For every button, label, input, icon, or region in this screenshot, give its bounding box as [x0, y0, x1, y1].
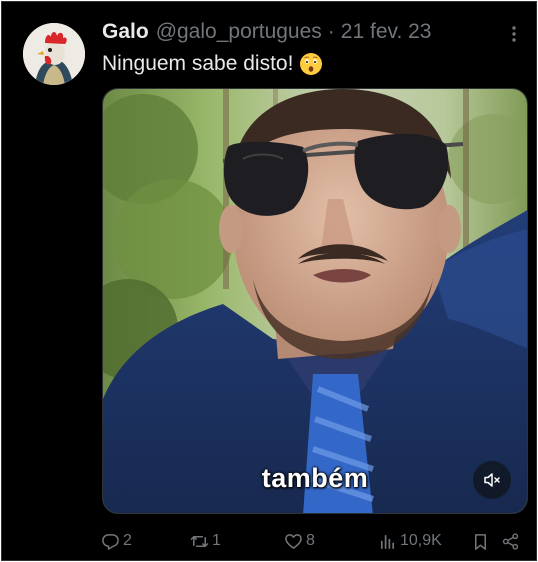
video-player[interactable]: também	[102, 88, 528, 514]
speaker-muted-icon	[484, 473, 500, 487]
views-button[interactable]: 10,9K	[378, 528, 442, 554]
retweet-count: 1	[212, 532, 221, 549]
share-button[interactable]	[501, 528, 520, 554]
views-chart-icon	[380, 534, 395, 549]
bookmark-button[interactable]	[471, 528, 490, 554]
bookmark-icon	[474, 533, 487, 550]
video-frame	[103, 89, 527, 513]
like-button[interactable]: 8	[284, 528, 315, 554]
user-handle[interactable]: @galo_portugues	[156, 19, 322, 45]
tweet-text: Ninguem sabe disto!	[102, 51, 323, 77]
reply-count: 2	[123, 532, 132, 549]
more-options-button[interactable]	[502, 22, 526, 46]
display-name[interactable]: Galo	[102, 19, 149, 45]
tweet-card[interactable]: Galo @galo_portugues · 21 fev. 23 Ningue…	[1, 1, 537, 561]
avatar[interactable]	[23, 23, 85, 85]
more-vertical-icon	[512, 26, 516, 42]
retweet-button[interactable]: 1	[190, 528, 221, 554]
views-count: 10,9K	[400, 532, 442, 549]
tweet-actions: 2 1 8 10,9K	[2, 528, 536, 554]
like-count: 8	[306, 532, 315, 549]
mute-toggle-button[interactable]	[473, 461, 511, 499]
tweet-date[interactable]: 21 fev. 23	[341, 19, 432, 45]
separator-dot: ·	[327, 20, 335, 43]
tweet-header: Galo @galo_portugues · 21 fev. 23	[102, 19, 431, 45]
retweet-icon	[190, 535, 209, 547]
reply-icon	[102, 533, 119, 550]
tweet-text-content: Ninguem sabe disto!	[102, 52, 294, 75]
share-icon	[502, 532, 519, 550]
astonished-face-emoji-icon	[299, 52, 323, 76]
video-caption: também	[261, 463, 369, 493]
heart-icon	[285, 533, 302, 549]
reply-button[interactable]: 2	[101, 528, 132, 554]
rooster-avatar-icon	[23, 23, 85, 85]
